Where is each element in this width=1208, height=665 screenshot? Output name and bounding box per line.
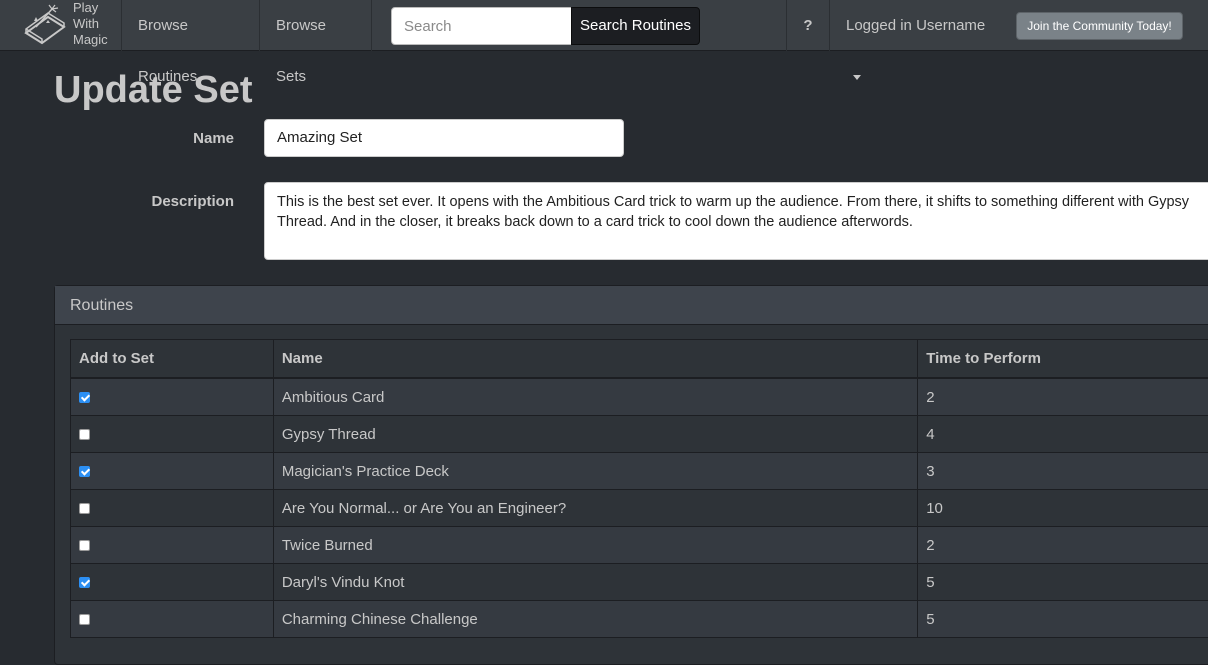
routine-name-cell: Twice Burned [273, 527, 917, 564]
routines-table: Add to Set Name Time to Perform Ambitiou… [70, 339, 1208, 638]
description-label: Description [54, 193, 234, 210]
caret-down-icon [853, 75, 861, 80]
add-to-set-checkbox[interactable] [79, 429, 90, 440]
add-to-set-checkbox[interactable] [79, 540, 90, 551]
table-row: Charming Chinese Challenge5 [71, 601, 1208, 638]
table-row: Magician's Practice Deck3 [71, 453, 1208, 490]
add-to-set-checkbox[interactable] [79, 466, 90, 477]
magic-book-logo-icon [22, 3, 68, 47]
routine-name-cell: Ambitious Card [273, 378, 917, 416]
routine-time-cell: 5 [918, 564, 1208, 601]
nav-browse-sets[interactable]: Browse Sets [260, 0, 372, 51]
routine-time-cell: 2 [918, 378, 1208, 416]
routines-panel: Routines Add to Set Name Time to Perform… [54, 285, 1208, 665]
routine-name-cell: Are You Normal... or Are You an Engineer… [273, 490, 917, 527]
page-title: Update Set [54, 66, 252, 114]
add-to-set-cell [71, 601, 274, 638]
table-row: Are You Normal... or Are You an Engineer… [71, 490, 1208, 527]
routine-name-cell: Charming Chinese Challenge [273, 601, 917, 638]
routine-name-cell: Daryl's Vindu Knot [273, 564, 917, 601]
routine-time-cell: 4 [918, 416, 1208, 453]
routine-time-cell: 10 [918, 490, 1208, 527]
add-to-set-checkbox[interactable] [79, 614, 90, 625]
help-button[interactable]: ? [786, 0, 830, 51]
help-label: ? [803, 17, 812, 34]
column-header-add-to-set: Add to Set [71, 340, 274, 379]
user-menu-label: Logged in Username [846, 17, 985, 34]
routine-time-cell: 3 [918, 453, 1208, 490]
search-input[interactable] [391, 7, 572, 45]
routine-time-cell: 2 [918, 527, 1208, 564]
user-menu-dropdown[interactable]: Logged in Username [830, 0, 1006, 51]
add-to-set-cell [71, 527, 274, 564]
add-to-set-cell [71, 453, 274, 490]
top-navbar: Play With Magic Browse Routines Browse S… [0, 0, 1208, 51]
table-header-row: Add to Set Name Time to Perform [71, 340, 1208, 379]
routines-panel-heading: Routines [55, 286, 1208, 325]
column-header-name: Name [273, 340, 917, 379]
routine-time-cell: 5 [918, 601, 1208, 638]
table-row: Ambitious Card2 [71, 378, 1208, 416]
brand-link[interactable]: Play With Magic [0, 0, 122, 51]
add-to-set-cell [71, 416, 274, 453]
description-field[interactable]: This is the best set ever. It opens with… [264, 182, 1208, 260]
search-routines-button[interactable]: Search Routines [571, 7, 700, 45]
add-to-set-checkbox[interactable] [79, 503, 90, 514]
join-community-button[interactable]: Join the Community Today! [1016, 12, 1183, 40]
table-row: Gypsy Thread4 [71, 416, 1208, 453]
nav-browse-sets-label: Browse Sets [276, 17, 326, 85]
brand-name: Play With Magic [73, 0, 121, 48]
table-row: Daryl's Vindu Knot5 [71, 564, 1208, 601]
name-label: Name [54, 130, 234, 147]
column-header-time: Time to Perform [918, 340, 1208, 379]
add-to-set-cell [71, 490, 274, 527]
routine-name-cell: Gypsy Thread [273, 416, 917, 453]
routine-name-cell: Magician's Practice Deck [273, 453, 917, 490]
name-field[interactable]: Amazing Set [264, 119, 624, 157]
table-row: Twice Burned2 [71, 527, 1208, 564]
add-to-set-checkbox[interactable] [79, 577, 90, 588]
add-to-set-cell [71, 564, 274, 601]
add-to-set-cell [71, 378, 274, 416]
add-to-set-checkbox[interactable] [79, 392, 90, 403]
nav-browse-routines[interactable]: Browse Routines [122, 0, 260, 51]
